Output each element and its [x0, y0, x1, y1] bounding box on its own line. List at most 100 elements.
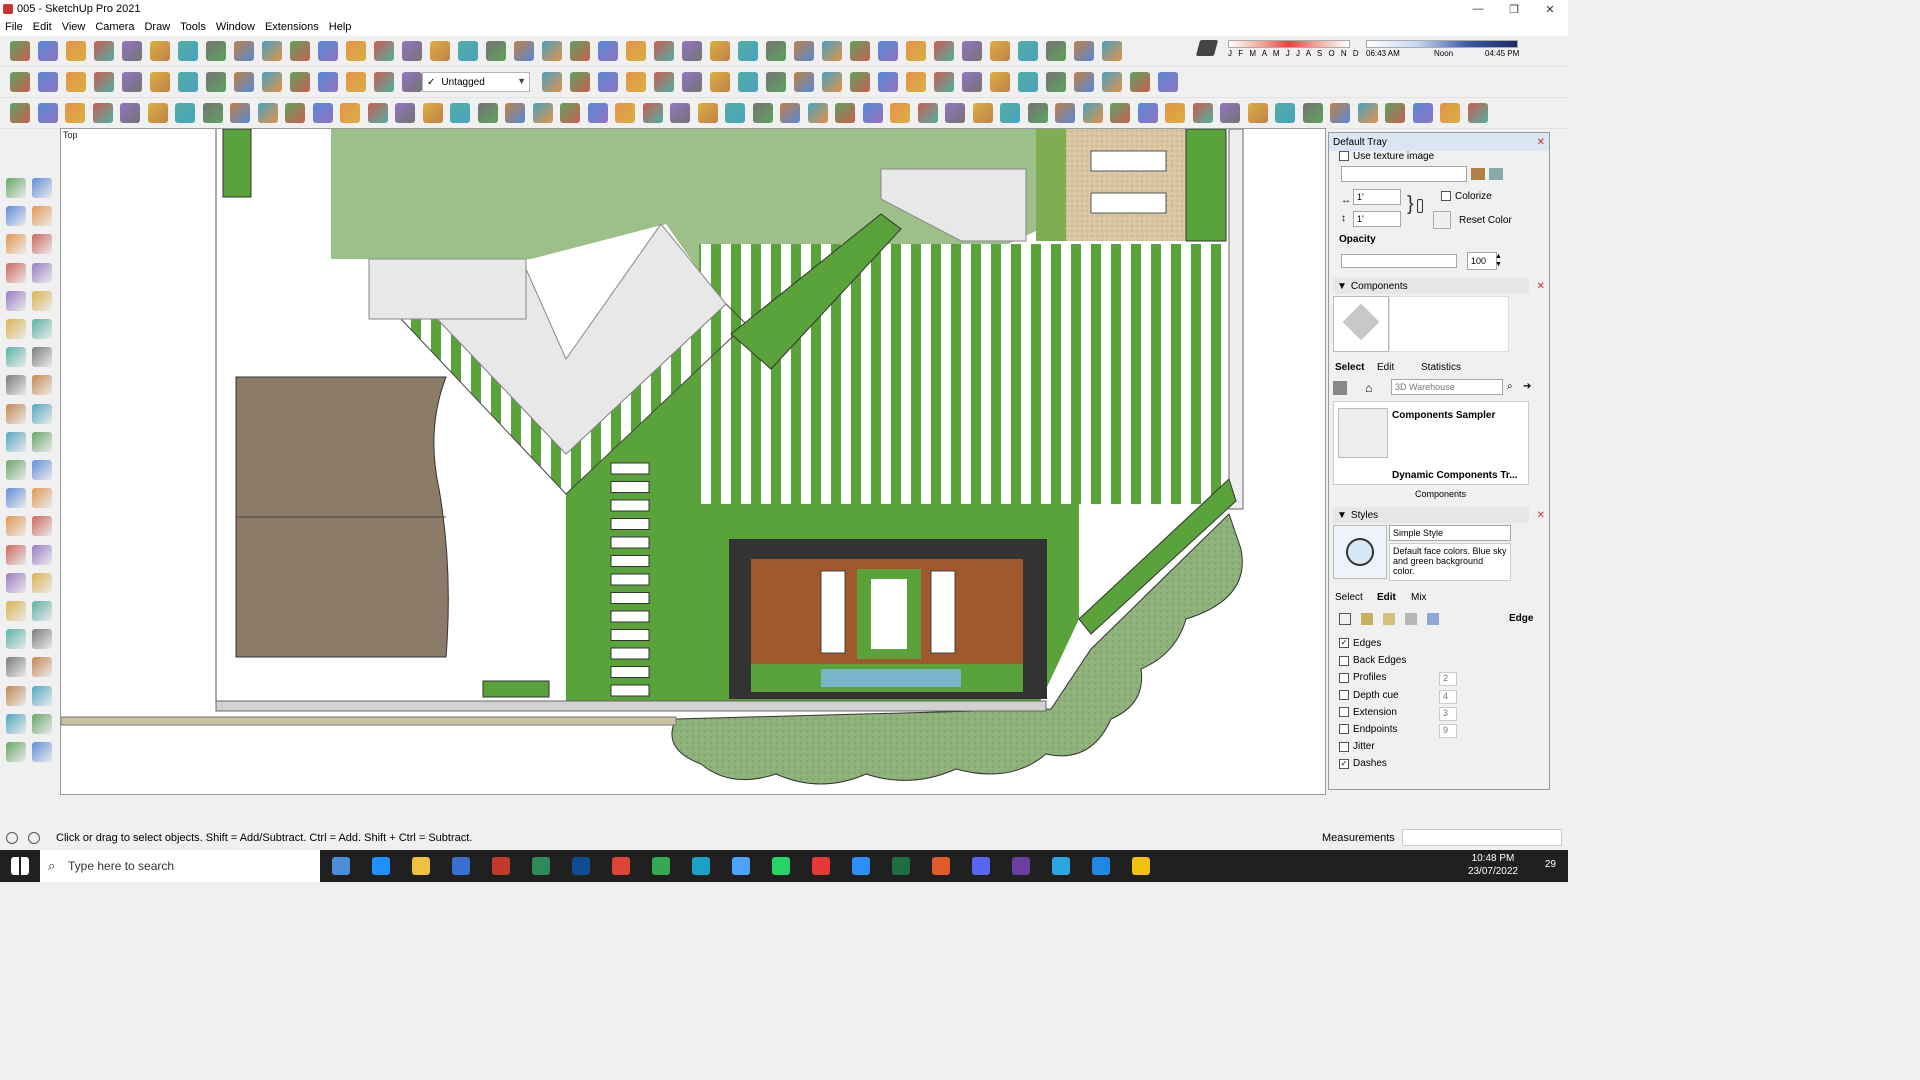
checkbox-icon[interactable] [1339, 724, 1349, 735]
menu-draw[interactable]: Draw [139, 21, 175, 33]
toolbar-tool-icon[interactable] [66, 72, 86, 92]
taskbar-app-icon[interactable] [732, 857, 750, 875]
components-tab-select[interactable]: Select [1335, 362, 1364, 373]
toolbar-tool-icon[interactable] [1412, 103, 1433, 123]
left-tool-icon[interactable] [32, 431, 52, 452]
left-tool-icon[interactable] [32, 516, 52, 537]
left-tool-icon[interactable] [32, 685, 52, 706]
toolbar-tool-icon[interactable] [670, 103, 690, 123]
left-tool-icon[interactable] [6, 403, 26, 424]
toolbar-tool-icon[interactable] [560, 103, 580, 123]
left-tool-icon[interactable] [32, 629, 52, 650]
toolbar-tool-icon[interactable] [972, 103, 993, 123]
edge-setting-dashes[interactable]: ✓ Dashes [1339, 758, 1539, 769]
components-tab-statistics[interactable]: Statistics [1421, 362, 1461, 373]
toolbar-tool-icon[interactable] [1302, 103, 1323, 123]
taskbar-app-icon[interactable] [772, 857, 790, 875]
left-tool-icon[interactable] [6, 657, 26, 678]
taskbar-app-icon[interactable] [572, 857, 590, 875]
toolbar-tool-icon[interactable] [990, 41, 1010, 61]
menu-extensions[interactable]: Extensions [260, 21, 324, 33]
toolbar-tool-icon[interactable] [290, 41, 310, 61]
toolbar-tool-icon[interactable] [257, 103, 278, 123]
toolbar-tool-icon[interactable] [822, 41, 842, 61]
toolbar-tool-icon[interactable] [1102, 72, 1122, 92]
toolbar-tool-icon[interactable] [1055, 103, 1075, 123]
toolbar-tool-icon[interactable] [234, 41, 254, 61]
left-tool-icon[interactable] [6, 544, 26, 565]
toolbar-tool-icon[interactable] [794, 72, 814, 92]
toolbar-tool-icon[interactable] [990, 72, 1010, 92]
month-slider[interactable] [1228, 40, 1350, 48]
toolbar-tool-icon[interactable] [422, 103, 443, 123]
toolbar-tool-icon[interactable] [835, 103, 855, 123]
left-tool-icon[interactable] [32, 713, 52, 734]
close-icon[interactable]: ✕ [1537, 510, 1545, 521]
toolbar-tool-icon[interactable] [752, 103, 773, 123]
toolbar-tool-icon[interactable] [346, 72, 366, 92]
toolbar-tool-icon[interactable] [1385, 103, 1405, 123]
toolbar-tool-icon[interactable] [1046, 41, 1066, 61]
toolbar-tool-icon[interactable] [1220, 103, 1240, 123]
edge-setting-value[interactable]: 9 [1439, 724, 1457, 738]
left-tool-icon[interactable] [32, 375, 52, 396]
checkbox-icon[interactable] [1339, 707, 1349, 718]
toolbar-tool-icon[interactable] [570, 72, 590, 92]
left-tool-icon[interactable] [6, 460, 26, 480]
toolbar-tool-icon[interactable] [94, 72, 114, 92]
toolbar-tool-icon[interactable] [1000, 103, 1020, 123]
left-tool-icon[interactable] [6, 206, 26, 227]
left-tool-icon[interactable] [6, 319, 26, 339]
toolbar-tool-icon[interactable] [906, 72, 926, 92]
toolbar-tool-icon[interactable] [395, 103, 415, 123]
edge-setting-value[interactable]: 4 [1439, 689, 1457, 704]
toolbar-tool-icon[interactable] [615, 103, 635, 123]
folder-icon[interactable] [1471, 168, 1485, 180]
toolbar-tool-icon[interactable] [642, 103, 663, 123]
taskbar-app-icon[interactable] [692, 857, 710, 875]
toolbar-tool-icon[interactable] [450, 103, 470, 123]
toolbar-tool-icon[interactable] [626, 72, 646, 92]
toolbar-tool-icon[interactable] [458, 41, 478, 61]
toolbar-tool-icon[interactable] [290, 72, 310, 92]
left-tool-icon[interactable] [6, 431, 26, 452]
toolbar-tool-icon[interactable] [945, 103, 965, 123]
toolbar-tool-icon[interactable] [147, 103, 168, 123]
checkbox-icon[interactable] [1339, 741, 1349, 752]
left-tool-icon[interactable] [32, 262, 52, 283]
menu-camera[interactable]: Camera [90, 21, 139, 33]
opacity-slider[interactable] [1341, 254, 1457, 268]
left-tool-icon[interactable] [32, 347, 52, 368]
toolbar-tool-icon[interactable] [654, 72, 674, 92]
toolbar-tool-icon[interactable] [312, 103, 333, 123]
toolbar-tool-icon[interactable] [822, 72, 842, 92]
menu-window[interactable]: Window [211, 21, 260, 33]
toolbar-tool-icon[interactable] [697, 103, 718, 123]
toolbar-tool-icon[interactable] [1192, 103, 1213, 123]
reset-color-swatch[interactable] [1433, 211, 1451, 229]
toolbar-tool-icon[interactable] [710, 41, 730, 61]
toolbar-tool-icon[interactable] [486, 41, 506, 61]
taskbar-app-icon[interactable] [1052, 857, 1070, 875]
left-tool-icon[interactable] [6, 262, 26, 283]
toolbar-tool-icon[interactable] [766, 41, 786, 61]
toolbar-tool-icon[interactable] [430, 41, 450, 61]
components-section-header[interactable]: ▼ Components ✕ [1333, 278, 1545, 294]
checkbox-icon[interactable] [1339, 655, 1349, 666]
toolbar-tool-icon[interactable] [807, 103, 828, 123]
toolbar-tool-icon[interactable] [1110, 103, 1130, 123]
edge-setting-extension[interactable]: Extension 3 [1339, 706, 1539, 721]
toolbar-tool-icon[interactable] [1046, 72, 1066, 92]
styles-tab-mix[interactable]: Mix [1411, 592, 1427, 603]
home-icon[interactable]: ⌂ [1365, 381, 1372, 395]
toolbar-tool-icon[interactable] [1275, 103, 1295, 123]
toolbar-tool-icon[interactable] [10, 103, 30, 123]
toolbar-tool-icon[interactable] [1130, 72, 1150, 92]
modeling-settings-icon[interactable] [1427, 613, 1439, 625]
restore-button[interactable]: ❐ [1496, 0, 1532, 18]
toolbar-tool-icon[interactable] [682, 41, 702, 61]
left-tool-icon[interactable] [32, 403, 52, 424]
toolbar-tool-icon[interactable] [150, 72, 170, 92]
checkbox-icon[interactable] [1339, 689, 1349, 700]
left-tool-icon[interactable] [32, 319, 52, 339]
